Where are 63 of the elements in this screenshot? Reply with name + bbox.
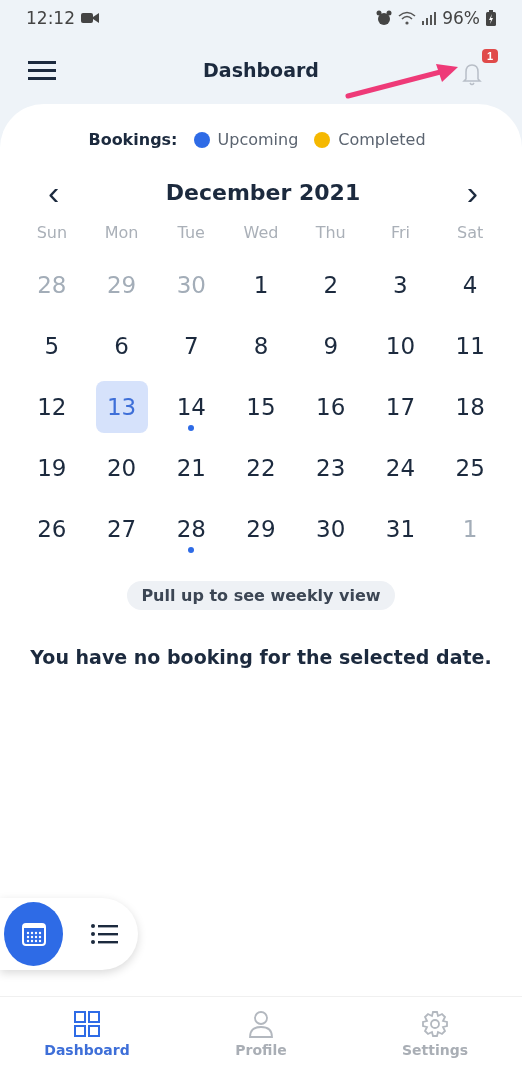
calendar-day[interactable]: 23 xyxy=(304,442,357,494)
month-title: December 2021 xyxy=(165,179,361,205)
weekday-label: Fri xyxy=(389,223,411,242)
calendar-day[interactable]: 7 xyxy=(165,320,218,372)
notification-bell-button[interactable]: 1 xyxy=(456,49,498,91)
calendar-day[interactable]: 27 xyxy=(95,503,148,555)
calendar-day[interactable]: 11 xyxy=(444,320,497,372)
legend-text: Completed xyxy=(338,130,426,149)
status-time: 12:12 xyxy=(26,8,75,28)
bell-icon xyxy=(460,61,484,87)
calendar-day[interactable]: 20 xyxy=(95,442,148,494)
list-icon xyxy=(90,923,119,945)
calendar-icon xyxy=(19,920,48,948)
weekday-label: Tue xyxy=(176,223,206,242)
calendar-day[interactable]: 8 xyxy=(235,320,287,372)
nav-tab[interactable]: Dashboard xyxy=(0,997,174,1071)
notification-badge: 1 xyxy=(481,49,498,63)
settings-icon xyxy=(421,1010,449,1038)
page-title: Dashboard xyxy=(203,59,319,81)
calendar-day[interactable]: 3 xyxy=(374,259,427,311)
calendar-day[interactable]: 24 xyxy=(374,442,427,494)
wifi-icon xyxy=(398,11,417,25)
calendar-day[interactable]: 30 xyxy=(304,503,357,555)
weekday-label: Mon xyxy=(103,223,140,242)
calendar-day[interactable]: 18 xyxy=(444,381,497,433)
next-month-button[interactable]: › xyxy=(462,175,482,209)
weekday-label: Thu xyxy=(314,223,347,242)
calendar-day[interactable]: 4 xyxy=(444,259,497,311)
calendar-day[interactable]: 19 xyxy=(25,442,78,494)
video-camera-icon xyxy=(81,12,99,24)
calendar-day[interactable]: 25 xyxy=(444,442,497,494)
calendar-day[interactable]: 1 xyxy=(235,259,287,311)
pull-up-hint: Pull up to see weekly view xyxy=(127,581,395,610)
weekday-label: Sun xyxy=(35,223,69,242)
calendar-day[interactable]: 16 xyxy=(304,381,357,433)
battery-icon xyxy=(486,10,496,26)
calendar-day[interactable]: 31 xyxy=(374,503,427,555)
calendar-day[interactable]: 12 xyxy=(25,381,78,433)
weekday-label: Wed xyxy=(242,223,280,242)
calendar-day[interactable]: 28 xyxy=(165,503,218,555)
calendar-day[interactable]: 17 xyxy=(374,381,427,433)
signal-icon xyxy=(422,11,437,25)
calendar-day[interactable]: 14 xyxy=(165,381,218,433)
calendar-day[interactable]: 6 xyxy=(95,320,148,372)
battery-percent: 96% xyxy=(442,8,480,28)
legend-text: Upcoming xyxy=(217,130,299,149)
calendar-day[interactable]: 5 xyxy=(25,320,78,372)
calendar-day[interactable]: 10 xyxy=(374,320,427,372)
previous-month-button[interactable]: ‹ xyxy=(44,175,64,209)
calendar-day[interactable]: 9 xyxy=(304,320,357,372)
calendar-day[interactable]: 29 xyxy=(235,503,287,555)
grid-icon xyxy=(73,1010,101,1038)
calendar-day[interactable]: 2 xyxy=(304,259,357,311)
empty-message: You have no booking for the selected date. xyxy=(29,646,493,668)
calendar-day[interactable]: 21 xyxy=(165,442,218,494)
person-icon xyxy=(247,1010,275,1038)
calendar-day[interactable]: 13 xyxy=(95,381,148,433)
weekday-label: Sat xyxy=(456,223,485,242)
calendar-day[interactable]: 15 xyxy=(235,381,287,433)
calendar-day[interactable]: 22 xyxy=(235,442,287,494)
menu-button[interactable] xyxy=(28,60,56,80)
legend-label: Bookings: xyxy=(88,130,178,149)
calendar-day[interactable]: 26 xyxy=(25,503,78,555)
